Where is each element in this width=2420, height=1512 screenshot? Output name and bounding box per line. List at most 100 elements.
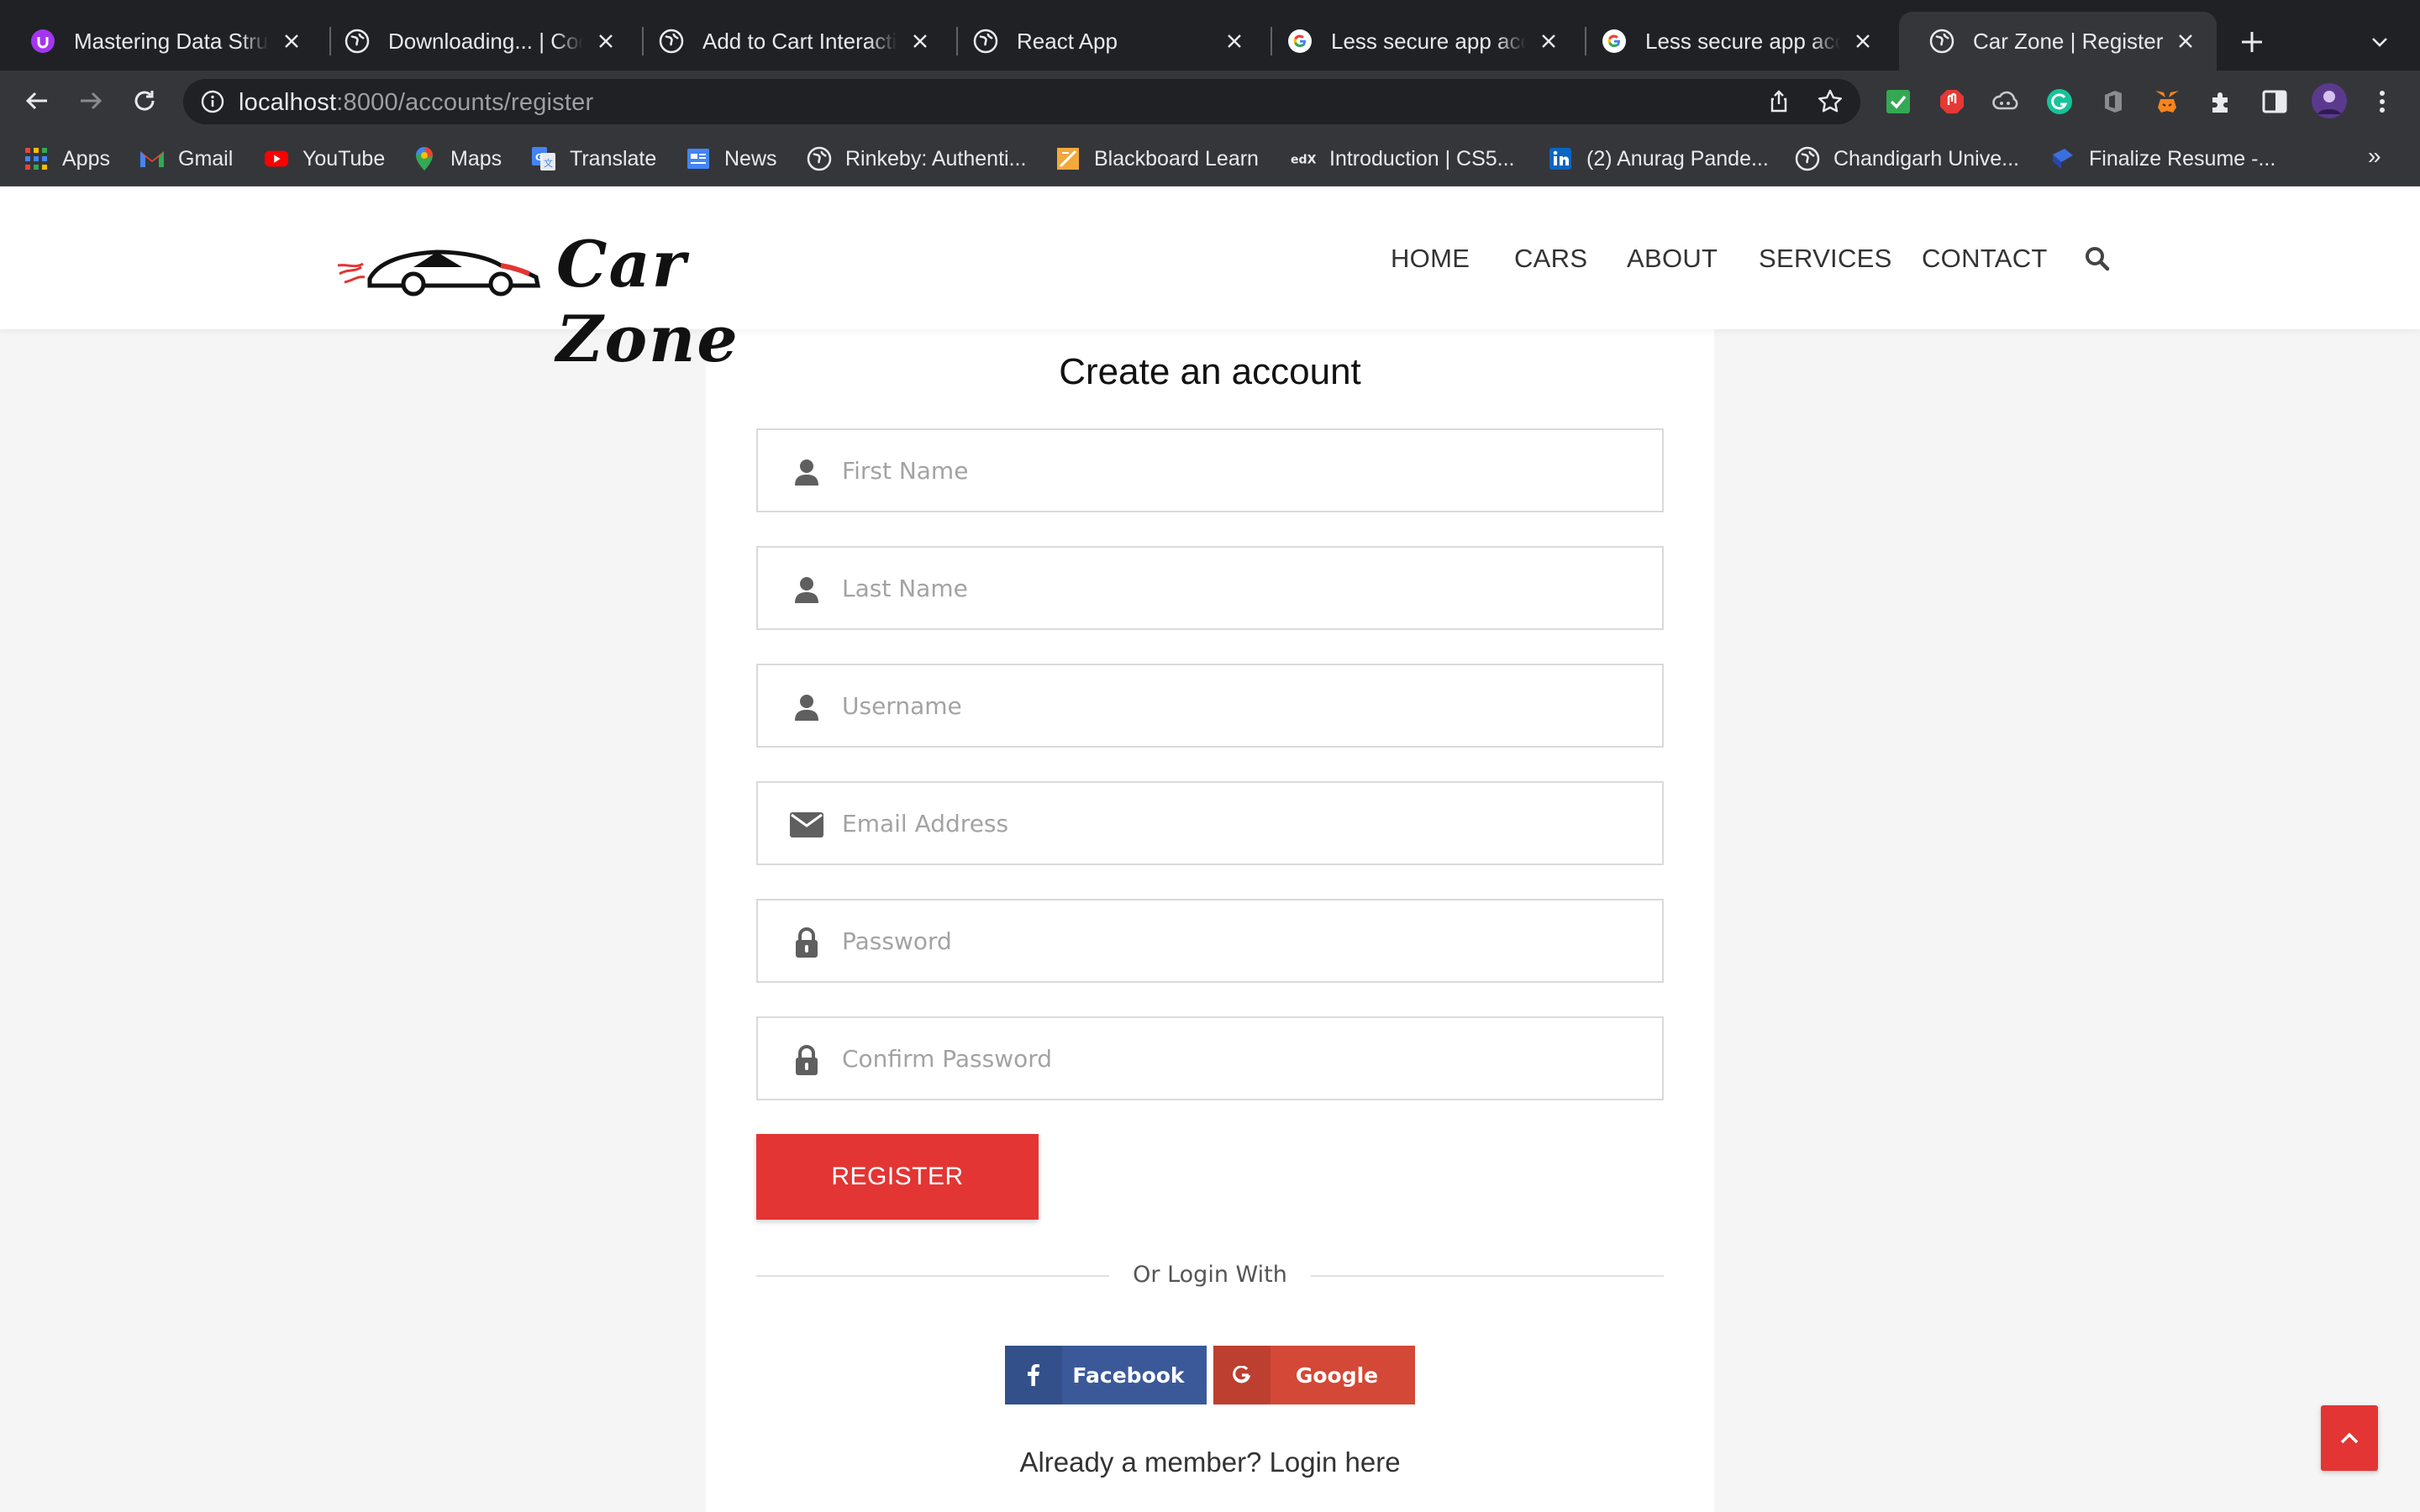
close-tab-icon[interactable] (2173, 29, 2198, 54)
extension-check-icon[interactable] (1884, 87, 1912, 116)
bookmark-star-icon[interactable] (1817, 88, 1844, 115)
metamask-icon[interactable] (2153, 87, 2181, 116)
close-tab-icon[interactable] (1222, 29, 1247, 54)
address-bar[interactable]: localhost:8000/accounts/register (183, 79, 1860, 124)
register-button[interactable]: REGISTER (756, 1134, 1039, 1220)
username-input[interactable] (842, 665, 1649, 746)
resume-icon (2050, 146, 2075, 171)
bookmark-apps[interactable]: Apps (24, 143, 110, 175)
last-name-input[interactable] (842, 548, 1649, 628)
password-field[interactable] (756, 899, 1664, 983)
globe-icon (659, 29, 684, 54)
chevron-down-icon[interactable] (2363, 25, 2396, 59)
google-login-button[interactable]: Google (1213, 1346, 1415, 1404)
tab-title: Mastering Data Structures (74, 28, 269, 54)
new-tab-button[interactable] (2232, 22, 2272, 62)
browser-toolbar: localhost:8000/accounts/register (0, 71, 2420, 131)
nav-cars[interactable]: CARS (1514, 244, 1587, 274)
bookmark-blackboard[interactable]: Blackboard Learn (1055, 143, 1259, 175)
close-tab-icon[interactable] (279, 29, 304, 54)
nav-services[interactable]: SERVICES (1759, 244, 1892, 274)
bookmark-youtube[interactable]: YouTube (264, 143, 385, 175)
blackboard-icon (1055, 146, 1081, 171)
bookmark-translate[interactable]: G文 Translate (531, 143, 656, 175)
share-icon[interactable] (1766, 89, 1791, 114)
bookmark-chandigarh[interactable]: Chandigarh Unive... (1795, 143, 2019, 175)
udemy-icon (30, 29, 55, 54)
browser-tab-2[interactable]: Downloading... | Cody (314, 12, 637, 71)
reload-button[interactable] (126, 82, 163, 119)
password-input[interactable] (842, 900, 1649, 981)
back-button[interactable] (18, 82, 55, 119)
confirm-password-field[interactable] (756, 1016, 1664, 1100)
first-name-input[interactable] (842, 430, 1649, 511)
bookmark-edx[interactable]: edX Introduction | CS5... (1291, 143, 1515, 175)
browser-tab-5[interactable]: Less secure app access (1257, 12, 1580, 71)
close-tab-icon[interactable] (908, 29, 933, 54)
facebook-login-button[interactable]: Facebook (1005, 1346, 1207, 1404)
puzzle-icon[interactable] (2207, 87, 2235, 116)
lock-icon (790, 1043, 823, 1077)
gmail-icon (139, 146, 165, 171)
confirm-password-input[interactable] (842, 1018, 1649, 1099)
edx-icon: edX (1291, 146, 1316, 171)
browser-tab-4[interactable]: React App (943, 12, 1265, 71)
bookmark-maps[interactable]: Maps (412, 143, 502, 175)
adblock-extension-icon[interactable] (1938, 87, 1966, 116)
globe-icon (1795, 146, 1820, 171)
youtube-icon (264, 146, 289, 171)
nav-about[interactable]: ABOUT (1627, 244, 1718, 274)
globe-icon (807, 146, 832, 171)
bookmark-gmail[interactable]: Gmail (139, 143, 233, 175)
bookmark-label: Apps (62, 146, 110, 171)
bookmark-rinkeby[interactable]: Rinkeby: Authenti... (807, 143, 1026, 175)
translate-icon: G文 (531, 146, 556, 171)
envelope-icon (790, 808, 823, 842)
username-field[interactable] (756, 664, 1664, 748)
url-host: localhost (239, 89, 337, 116)
google-g-icon (1213, 1346, 1270, 1404)
lock-icon (790, 926, 823, 959)
or-login-with-text: Or Login With (1133, 1262, 1287, 1288)
profile-avatar[interactable] (2311, 82, 2348, 119)
email-field[interactable] (756, 781, 1664, 865)
cloud-extension-icon[interactable] (1991, 87, 2020, 116)
browser-tab-6[interactable]: Less secure app access (1571, 12, 1894, 71)
svg-text:G: G (535, 152, 543, 163)
facebook-label: Facebook (1072, 1362, 1185, 1388)
bookmark-resume[interactable]: Finalize Resume -... (2050, 143, 2275, 175)
maps-icon (412, 146, 437, 171)
browser-tab-3[interactable]: Add to Cart Interaction (629, 12, 951, 71)
office-extension-icon[interactable] (2099, 87, 2128, 116)
first-name-field[interactable] (756, 428, 1664, 512)
bookmark-news[interactable]: News (686, 143, 777, 175)
info-icon[interactable] (200, 89, 225, 114)
scroll-to-top-button[interactable] (2321, 1405, 2378, 1471)
browser-tab-1[interactable]: Mastering Data Structures (0, 12, 323, 71)
bookmark-linkedin[interactable]: (2) Anurag Pande... (1548, 143, 1769, 175)
forward-button[interactable] (72, 82, 109, 119)
sidepanel-icon[interactable] (2260, 87, 2289, 116)
svg-text:文: 文 (544, 157, 553, 169)
url-text: localhost:8000/accounts/register (239, 89, 593, 117)
close-tab-icon[interactable] (593, 29, 618, 54)
nav-home[interactable]: HOME (1391, 244, 1470, 274)
tab-title: Less secure app access (1645, 28, 1840, 54)
last-name-field[interactable] (756, 546, 1664, 630)
user-icon (790, 573, 823, 606)
close-tab-icon[interactable] (1850, 29, 1876, 54)
google-label: Google (1295, 1362, 1379, 1388)
search-icon[interactable] (2084, 245, 2111, 272)
login-link[interactable]: Already a member? Login here (706, 1446, 1714, 1478)
form-title: Create an account (1059, 351, 1361, 392)
browser-tab-active[interactable]: Car Zone | Register (1899, 12, 2217, 71)
apps-grid-icon (24, 146, 49, 171)
url-path: :8000/accounts/register (336, 89, 594, 116)
close-tab-icon[interactable] (1536, 29, 1561, 54)
grammarly-icon[interactable] (2045, 87, 2074, 116)
email-input[interactable] (842, 783, 1649, 864)
bookmarks-overflow-button[interactable]: » (2368, 143, 2381, 170)
car-zone-logo[interactable]: Car Zone (336, 220, 840, 376)
kebab-menu-icon[interactable] (2368, 87, 2396, 116)
nav-contact[interactable]: CONTACT (1922, 244, 2048, 274)
